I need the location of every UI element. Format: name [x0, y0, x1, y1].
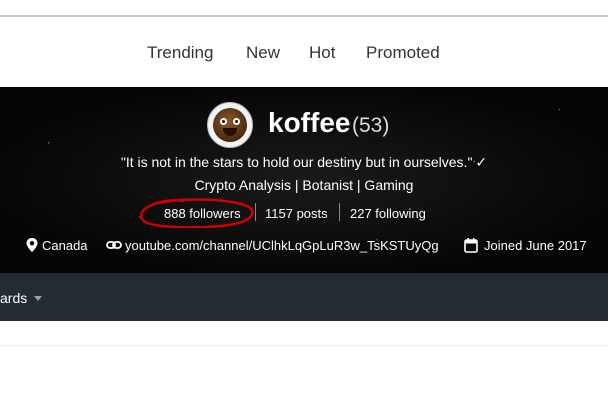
check-mark: ✓ [475, 154, 488, 170]
location-pin-icon [26, 238, 38, 252]
avatar-mouth [223, 128, 237, 136]
profile-header: koffee (53) "It is not in the stars to h… [0, 87, 608, 273]
posts-count[interactable]: 1157 posts [265, 206, 328, 222]
nav-new[interactable]: New [246, 43, 280, 63]
nav-hot[interactable]: Hot [309, 43, 335, 63]
profile-subnav: ards [0, 273, 608, 321]
about-text: "It is not in the stars to hold our dest… [120, 154, 473, 170]
top-nav: Trending New Hot Promoted [0, 17, 608, 87]
nav-trending[interactable]: Trending [147, 43, 213, 63]
calendar-icon [464, 238, 478, 253]
avatar[interactable] [207, 102, 253, 148]
stat-divider [255, 203, 256, 221]
profile-about: "It is not in the stars to hold our dest… [0, 153, 608, 171]
stat-divider [339, 203, 340, 221]
nav-promoted[interactable]: Promoted [366, 43, 440, 63]
avatar-eye-right [233, 118, 240, 125]
annotation-circle [140, 198, 254, 228]
avatar-eye-left [220, 118, 227, 125]
profile-username: koffee [268, 107, 351, 138]
reputation-score: (53) [352, 114, 390, 137]
content-divider [0, 345, 608, 346]
website-link[interactable]: youtube.com/channel/UClhkLqGpLuR3w_TsKST… [125, 238, 439, 254]
location-text: Canada [42, 238, 88, 253]
avatar-face [213, 108, 247, 142]
chevron-down-icon[interactable] [34, 296, 42, 301]
subnav-rewards-tab[interactable]: ards [0, 289, 27, 307]
joined-date: Joined June 2017 [484, 238, 587, 253]
link-icon [106, 241, 122, 249]
following-count[interactable]: 227 following [350, 206, 426, 222]
profile-tags: Crypto Analysis | Botanist | Gaming [194, 177, 414, 193]
